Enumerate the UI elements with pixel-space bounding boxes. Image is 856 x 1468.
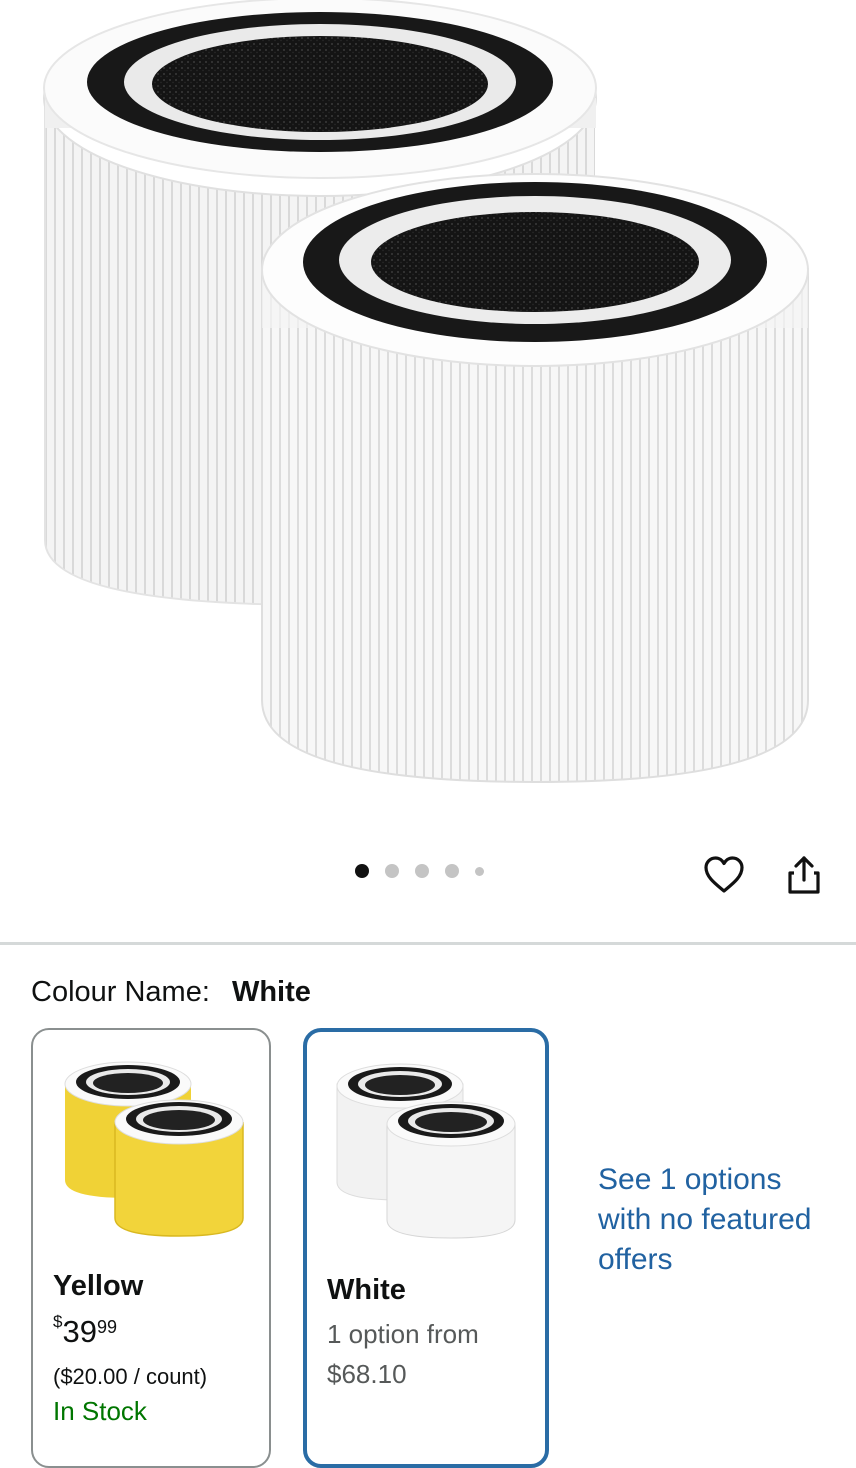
share-icon — [788, 856, 820, 894]
price-currency: $ — [53, 1311, 63, 1331]
swatch-option-line: 1 option from — [327, 1319, 479, 1349]
image-pagination[interactable] — [355, 864, 484, 878]
variation-selected-value: White — [231, 976, 311, 1008]
unit-price: ($20.00 / count) — [53, 1364, 208, 1389]
price-fraction: 99 — [96, 1317, 117, 1337]
swatch-price: $3999 — [53, 1311, 117, 1350]
pagination-dot[interactable] — [415, 864, 429, 878]
availability: In Stock — [53, 1396, 147, 1426]
pagination-dot[interactable] — [445, 864, 459, 878]
variation-label-row: Colour Name: White — [31, 976, 311, 1009]
swatch-white[interactable]: White 1 option from $68.10 — [303, 1028, 549, 1468]
section-divider — [0, 942, 856, 945]
pagination-dot[interactable] — [385, 864, 399, 878]
swatch-yellow[interactable]: Yellow $3999 ($20.00 / count) In Stock — [31, 1028, 271, 1468]
variation-label: Colour Name: — [31, 976, 210, 1008]
wishlist-button[interactable] — [699, 850, 749, 900]
swatch-yellow-image — [64, 1061, 244, 1237]
see-options-link[interactable]: See 1 options with no featured offers — [598, 1160, 828, 1280]
swatch-name: Yellow — [53, 1270, 144, 1302]
heart-icon — [704, 856, 744, 893]
swatch-name: White — [327, 1274, 406, 1306]
swatch-white-image — [336, 1063, 516, 1239]
swatch-option-price: $68.10 — [327, 1359, 407, 1389]
share-button[interactable] — [779, 850, 829, 900]
price-whole: 39 — [62, 1314, 97, 1349]
filter-front — [261, 173, 809, 784]
pagination-dot[interactable] — [355, 864, 369, 878]
pagination-dot[interactable] — [475, 866, 484, 876]
product-image[interactable] — [0, 0, 856, 830]
